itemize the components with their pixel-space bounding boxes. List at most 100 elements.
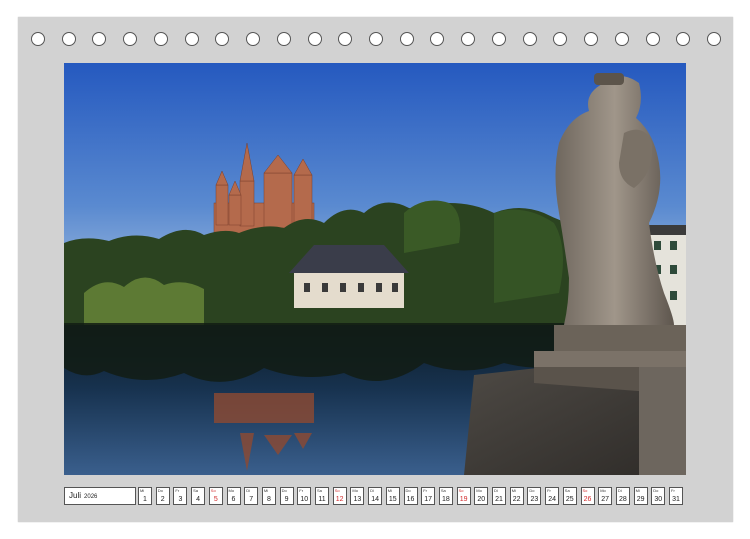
month-year: 2026 (84, 494, 98, 500)
day-cell: So 19 (456, 487, 471, 505)
day-cell: Sa 11 (315, 487, 329, 505)
weekday-label: Do (653, 488, 659, 493)
day-cell: Mi 22 (509, 487, 524, 505)
day-number: 17 (424, 496, 433, 503)
day-number: 6 (231, 496, 236, 503)
binding-hole (522, 32, 537, 46)
weekday-label: Di (370, 488, 374, 493)
binding-hole (276, 32, 291, 46)
day-number: 3 (178, 496, 183, 503)
binding-hole (584, 32, 599, 46)
weekday-label: Mo (476, 488, 482, 493)
binding-hole (307, 32, 322, 46)
day-number: 1 (143, 496, 147, 503)
calendar-page: Juli 2026 Mi 1 Do 2 Fr 3 Sa 4 So 5 Mo 6 Di 7 Mi 8 Do 9 Fr 10… (18, 17, 733, 522)
day-number: 15 (388, 496, 397, 503)
day-cell: Fr 3 (173, 487, 188, 505)
weekday-label: Fr (547, 488, 551, 493)
weekday-label: Sa (317, 488, 322, 493)
binding-hole (123, 32, 138, 46)
day-number: 19 (459, 496, 468, 503)
day-cell: Mo 13 (350, 487, 365, 505)
day-number: 8 (266, 496, 271, 503)
binding-hole (707, 32, 721, 46)
day-number: 29 (636, 496, 645, 503)
day-number: 23 (530, 496, 539, 503)
weekday-label: Mi (140, 488, 145, 493)
binding-hole (31, 32, 45, 46)
day-number: 18 (441, 496, 450, 503)
weekday-label: Di (494, 488, 498, 493)
day-number: 10 (300, 496, 309, 503)
day-number: 28 (618, 496, 627, 503)
day-number: 13 (353, 496, 362, 503)
weekday-label: Mi (635, 488, 640, 493)
day-number: 25 (565, 496, 574, 503)
weekday-label: Mi (387, 488, 393, 493)
weekday-label: Sa (564, 488, 570, 493)
binding-hole (645, 32, 660, 46)
day-number: 7 (249, 496, 254, 503)
day-number: 2 (160, 496, 165, 503)
day-cell: Sa 4 (191, 487, 206, 505)
binding-hole (676, 32, 691, 46)
day-number: 14 (371, 496, 379, 503)
day-number: 12 (335, 496, 344, 503)
weekday-label: Sa (193, 488, 198, 493)
day-number: 21 (495, 496, 503, 503)
month-label: Juli 2026 (64, 487, 136, 505)
weekday-label: Do (281, 488, 287, 493)
day-cell: Do 23 (527, 487, 542, 505)
weekday-label: Mo (352, 488, 358, 493)
weekday-label: Do (529, 488, 535, 493)
day-number: 5 (213, 496, 218, 503)
day-cell: Fr 10 (297, 487, 312, 505)
day-cell: Mo 20 (474, 487, 489, 505)
binding-hole (553, 32, 568, 46)
weekday-label: Fr (671, 488, 675, 493)
binding-hole (153, 32, 168, 46)
binding-hole (61, 32, 76, 46)
binding-hole (184, 32, 199, 46)
weekday-label: Sa (440, 488, 446, 493)
binding-hole (246, 32, 261, 46)
day-number: 22 (512, 496, 521, 503)
binding-hole (369, 32, 383, 46)
binding-hole (430, 32, 445, 46)
day-cell: Mi 15 (385, 487, 400, 505)
day-cell: Do 16 (403, 487, 418, 505)
weekday-label: Di (617, 488, 622, 493)
day-cell: Do 2 (155, 487, 170, 505)
weekday-label: Do (157, 488, 163, 493)
weekday-label: So (582, 488, 588, 493)
binding-hole (399, 32, 414, 46)
day-cell: Mo 6 (226, 487, 241, 505)
day-cell: Di 28 (615, 487, 630, 505)
day-cell: Do 9 (279, 487, 294, 505)
weekday-label: Di (246, 488, 250, 493)
weekday-label: Mi (263, 488, 269, 493)
day-cell: Di 21 (492, 487, 506, 505)
weekday-label: Do (405, 488, 411, 493)
day-number: 31 (672, 496, 680, 503)
day-number: 26 (583, 496, 592, 503)
day-number: 30 (654, 496, 663, 503)
day-cell: Fr 24 (545, 487, 560, 505)
day-number: 16 (406, 496, 415, 503)
weekday-label: Mo (228, 488, 235, 493)
weekday-label: So (334, 488, 340, 493)
weekday-label: So (458, 488, 464, 493)
binding-hole (338, 32, 353, 46)
calendar-photo (64, 63, 686, 475)
day-cell: So 5 (208, 487, 223, 505)
day-cell: Fr 31 (669, 487, 683, 505)
weekday-label: Mo (600, 488, 606, 493)
weekday-label: So (210, 488, 216, 493)
weekday-label: Mi (511, 488, 516, 493)
weekday-label: Fr (299, 488, 304, 493)
day-cell: So 26 (580, 487, 595, 505)
binding-holes (31, 32, 721, 48)
day-cell: So 12 (332, 487, 347, 505)
binding-hole (491, 32, 506, 46)
month-name: Juli (69, 491, 82, 500)
